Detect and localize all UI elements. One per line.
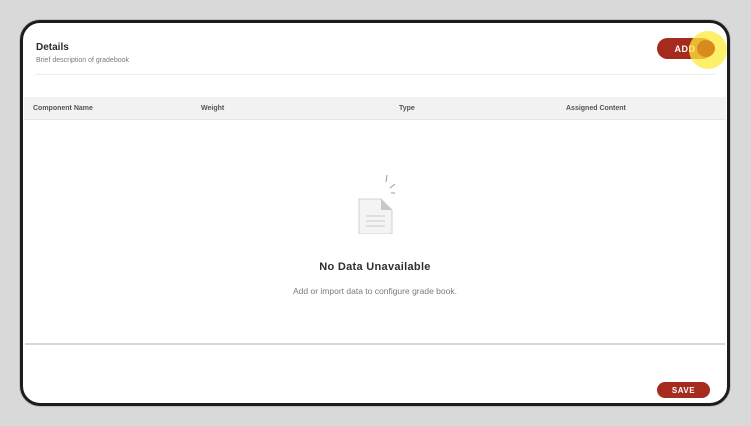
app-window: Details Brief description of gradebook A… [20, 20, 730, 406]
table-header: Component Name Weight Type Assigned Cont… [24, 97, 726, 120]
column-header-weight: Weight [201, 105, 225, 112]
document-icon [358, 174, 395, 234]
empty-state: No Data Unavailable Add or import data t… [23, 120, 727, 344]
details-subtitle: Brief description of gradebook [36, 57, 129, 64]
column-header-assigned-content: Assigned Content [566, 105, 626, 112]
header-divider [35, 74, 715, 75]
details-header: Details Brief description of gradebook [23, 23, 727, 98]
footer-divider [25, 343, 725, 345]
empty-state-description: Add or import data to configure grade bo… [293, 286, 457, 296]
empty-state-title: No Data Unavailable [319, 261, 431, 273]
column-header-type: Type [399, 105, 415, 112]
details-title: Details [36, 42, 69, 53]
save-button[interactable]: SAVE [657, 382, 710, 398]
add-button[interactable]: ADD [657, 38, 713, 59]
column-header-component-name: Component Name [33, 105, 93, 112]
